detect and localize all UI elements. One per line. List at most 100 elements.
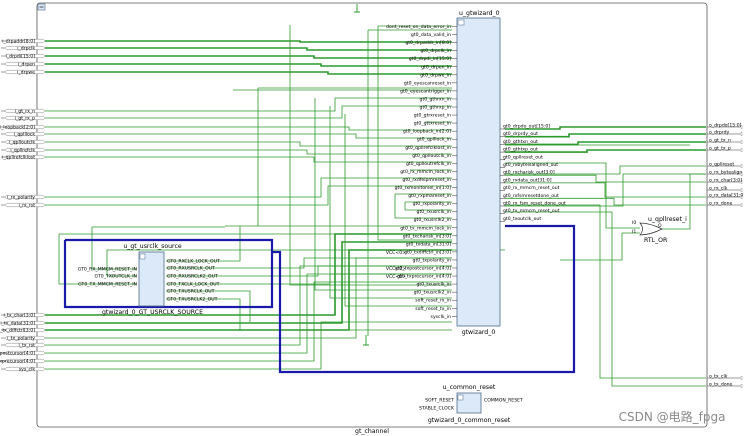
gtwizard-pin-gt0-txpolarity-in[interactable]: gt0_txpolarity_in xyxy=(413,257,452,263)
gtwizard-pin-gt0-txusrclk2-in[interactable]: gt0_txusrclk2_in xyxy=(414,290,452,296)
usrclk-pin-gt0-txusrclk2-out[interactable]: GT0_TXUSRCLK2_OUT xyxy=(167,297,218,303)
gtwizard-pin-gt0-tx-mmcm-reset-out[interactable]: gt0_tx_mmcm_reset_out xyxy=(503,208,560,214)
input-port-i-qplloutclk[interactable]: i_qplloutclk xyxy=(9,140,35,146)
gtwizard-expand-icon[interactable] xyxy=(457,19,465,26)
gtwizard-pin-gt0-eyescantrigger-in[interactable]: gt0_eyescantrigger_in xyxy=(400,88,451,94)
input-port-i-gt-rx-n[interactable]: i_gt_rx_n xyxy=(15,109,35,115)
usrclk-pin-gt0-rxclk-lock-out[interactable]: GT0_RXCLK_LOCK_OUT xyxy=(167,259,220,265)
input-port-i-txprecursor-4-0[interactable]: i_txprecursor[4:0] xyxy=(0,359,35,365)
gtwizard-pin-gt0-qplloutrefclk-in[interactable]: gt0_qplloutrefclk_in xyxy=(406,161,451,167)
gtwizard-pin-gt0-rx-mmcm-reset-out[interactable]: gt0_rx_mmcm_reset_out xyxy=(503,185,560,191)
usrclk-pin-gt0-rx-mmcm-reset-in[interactable]: GT0_RX_MMCM_RESET_IN xyxy=(78,267,137,273)
usrclk-pin-gt0-tx-mmcm-reset-in[interactable]: GT0_TX_MMCM_RESET_IN xyxy=(78,282,137,288)
gtwizard-pin-gt0-tx-mmcm-lock-in[interactable]: gt0_tx_mmcm_lock_in xyxy=(400,225,451,231)
gtwizard-pin-gt0-rxusrclk-in[interactable]: gt0_rxusrclk_in xyxy=(417,209,452,215)
input-port-sys-clk[interactable]: sys_clk xyxy=(19,367,36,373)
input-port-i-tx-diffctrl-3-0[interactable]: i_tx_diffctrl[3:0] xyxy=(0,328,35,334)
input-port-i-drpwe[interactable]: i_drpwe xyxy=(17,70,35,76)
gtwizard-pin-gt0-gtrxreset-in[interactable]: gt0_gtrxreset_in xyxy=(414,113,451,119)
output-port-o-gt-tx-p[interactable]: o_gt_tx_p xyxy=(709,146,731,152)
gtwizard-pin-gt0-loopback-in-2-0[interactable]: gt0_loopback_in[2:0] xyxy=(403,129,451,135)
input-port-i-drpen[interactable]: i_drpen xyxy=(18,62,35,68)
gtwizard-pin-gt0-data-valid-in[interactable]: gt0_data_valid_in xyxy=(411,32,451,38)
gtwizard-pin-gt0-drpdo-out-15-0[interactable]: gt0_drpdo_out[15:0] xyxy=(503,124,550,130)
gtwizard-pin-gt0-txdiffctrl-in-3-0[interactable]: gt0_txdiffctrl_in[3:0] xyxy=(404,249,451,255)
usrclk-pin-gt0-txusrclk-out[interactable]: GT0_TXUSRCLK_OUT xyxy=(167,289,215,295)
input-port-i-tx-data-31-0[interactable]: i_tx_data[31:0] xyxy=(0,321,35,327)
gtwizard-pin-gt0-drpen-in[interactable]: gt0_drpen_in xyxy=(421,64,451,70)
output-port-o-qpllreset[interactable]: o_qpllreset xyxy=(709,162,734,168)
gtwizard-pin-gt0-drpwe-in[interactable]: gt0_drpwe_in xyxy=(420,72,451,78)
common-reset-pin-common-reset[interactable]: COMMON_RESET xyxy=(484,398,523,404)
gtwizard-pin-gt0-rxdfelpmreset-in[interactable]: gt0_rxdfelpmreset_in xyxy=(402,177,451,183)
gtwizard-pin-gt0-eyescanreset-in[interactable]: gt0_eyescanreset_in xyxy=(404,80,451,86)
common-reset-pin-soft-reset[interactable]: SOFT_RESET xyxy=(425,398,454,404)
input-port-i-loopback-2-0[interactable]: i_loopback[2:0] xyxy=(0,125,35,131)
input-port-i-drpaddr-8-0[interactable]: i_drpaddr[8:0] xyxy=(2,39,35,45)
input-port-i-tx-rst[interactable]: i_tx_rst xyxy=(19,343,36,349)
gtwizard-pin-gt0-rxbyteisaligned-out[interactable]: gt0_rxbyteisaligned_out xyxy=(503,162,558,168)
output-port-o-rx-data-31-0[interactable]: o_rx_data[31:0] xyxy=(709,193,744,199)
gtwizard-pin-gt0-qpllrefclklost-in[interactable]: gt0_qpllrefclklost_in xyxy=(405,145,451,151)
gtwizard-pin-gt0-drpaddr-in-8-0[interactable]: gt0_drpaddr_in[8:0] xyxy=(405,40,451,46)
gtwizard-pin-gt0-rxusrclk2-in[interactable]: gt0_rxusrclk2_in xyxy=(414,217,451,223)
usrclk-pin-gt0-rxusrclk-out[interactable]: GT0_RXUSRCLK_OUT xyxy=(167,266,215,272)
gtwizard-pin-gt0-txusrclk-in[interactable]: gt0_txusrclk_in xyxy=(417,282,452,288)
input-port-i-drpclk[interactable]: i_drpclk xyxy=(17,46,35,52)
gtwizard-pin-gt0-rxfsmresetdone-out[interactable]: gt0_rxfsmresetdone_out xyxy=(503,193,559,199)
output-port-o-gt-tx-n[interactable]: o_gt_tx_n xyxy=(709,138,731,144)
usrclk-source-block[interactable] xyxy=(138,251,165,307)
schematic-canvas[interactable]: gt_channel u_gtwizard_0 gtwizard_0 dont_res… xyxy=(0,0,744,436)
output-port-o-rx-bytealign[interactable]: o_rx_bytealign xyxy=(709,170,742,176)
gtwizard-pin-gt0-txoutclk-out[interactable]: gt0_txoutclk_out xyxy=(503,216,541,222)
gtwizard-pin-gt0-drpclk-in[interactable]: gt0_drpclk_in xyxy=(420,48,451,54)
gtwizard-pin-gt0-rxdata-out-31-0[interactable]: gt0_rxdata_out[31:0] xyxy=(503,177,552,183)
input-port-i-tx-char-3-0[interactable]: i_tx_char[3:0] xyxy=(3,313,35,319)
common-reset-pin-stable-clock[interactable]: STABLE_CLOCK xyxy=(419,406,455,412)
gtwizard-pin-gt0-gthtxp-out[interactable]: gt0_gthtxp_out xyxy=(503,147,538,153)
gtwizard-pin-soft-reset-rx-in[interactable]: soft_reset_rx_in xyxy=(415,298,451,304)
output-port-o-tx-done[interactable]: o_tx_done xyxy=(709,382,733,388)
gtwizard-pin-gt0-drprdy-out[interactable]: gt0_drprdy_out xyxy=(503,131,538,137)
output-port-o-rx-clk[interactable]: o_rx_clk xyxy=(709,186,728,192)
gtwizard-pin-gt0-rxcharisk-out-3-0[interactable]: gt0_rxcharisk_out[3:0] xyxy=(503,170,555,176)
gtwizard-pin-gt0-gthrxn-in[interactable]: gt0_gthrxn_in xyxy=(420,96,452,102)
output-port-o-drprdy[interactable]: o_drprdy xyxy=(709,130,730,136)
gtwizard-block[interactable] xyxy=(456,17,501,327)
gtwizard-pin-gt0-rx-mmcm-lock-in[interactable]: gt0_rx_mmcm_lock_in xyxy=(400,169,451,175)
gtwizard-pin-gt0-rxmonitorsel-in-1-0[interactable]: gt0_rxmonitorsel_in[1:0] xyxy=(395,185,452,191)
gtwizard-pin-gt0-gthrxp-in[interactable]: gt0_gthrxp_in xyxy=(420,105,452,111)
gtwizard-pin-gt0-gttxreset-in[interactable]: gt0_gttxreset_in xyxy=(414,121,451,127)
output-port-o-drpdo-15-0[interactable]: o_drpdo[15:0] xyxy=(709,123,742,129)
gtwizard-pin-gt0-qplllock-in[interactable]: gt0_qplllock_in xyxy=(417,137,451,143)
output-port-o-rx-char-3-0[interactable]: o_rx_char[3:0] xyxy=(709,178,742,184)
input-port-i-tx-polarity[interactable]: i_tx_polarity xyxy=(7,336,35,342)
usrclk-pin-gt0-txoutclk-in[interactable]: GT0_TXOUTCLK_IN xyxy=(95,274,137,280)
output-port-o-rx-done[interactable]: o_rx_done xyxy=(709,201,733,207)
gtwizard-pin-gt0-drpdi-in-15-0[interactable]: gt0_drpdi_in[15:0] xyxy=(409,56,451,62)
gtwizard-pin-soft-reset-tx-in[interactable]: soft_reset_tx_in xyxy=(415,306,451,312)
gtwizard-pin-gt0-rxpolarity-in[interactable]: gt0_rxpolarity_in xyxy=(413,201,451,207)
input-port-i-qpllrefclk[interactable]: i_qpllrefclk xyxy=(10,148,35,154)
gtwizard-pin-gt0-rxpmareset-in[interactable]: gt0_rxpmareset_in xyxy=(408,193,451,199)
gtwizard-pin-gt0-txcharisk-in-3-0[interactable]: gt0_txcharisk_in[3:0] xyxy=(403,233,452,239)
input-port-i-drpdi-15-0[interactable]: i_drpdi[15:0] xyxy=(6,54,36,60)
gtwizard-pin-gt0-qplloutclk-in[interactable]: gt0_qplloutclk_in xyxy=(412,153,451,159)
output-port-o-tx-clk[interactable]: o_tx_clk xyxy=(709,374,728,380)
gtwizard-pin-sysclk-in[interactable]: sysclk_in xyxy=(431,314,452,320)
gtwizard-pin-gt0-txdata-in-31-0[interactable]: gt0_txdata_in[31:0] xyxy=(406,241,451,247)
input-port-i-qplllock[interactable]: i_qplllock xyxy=(14,132,36,138)
gtwizard-pin-gt0-qpllreset-out[interactable]: gt0_qpllreset_out xyxy=(503,154,543,160)
gtwizard-pin-gt0-gthtxn-out[interactable]: gt0_gthtxn_out xyxy=(503,139,538,145)
input-port-i-txpostcursor-4-0[interactable]: i_txpostcursor[4:0] xyxy=(0,351,35,357)
usrclk-pin-gt0-txclk-lock-out[interactable]: GT0_TXCLK_LOCK_OUT xyxy=(167,282,220,288)
input-port-i-rx-rst[interactable]: i_rx_rst xyxy=(19,203,36,209)
gtwizard-pin-dont-reset-on-data-error-in[interactable]: dont_reset_on_data_error_in xyxy=(386,24,451,30)
common-reset-expand-icon[interactable] xyxy=(457,394,464,401)
input-port-i-gt-rx-p[interactable]: i_gt_rx_p xyxy=(15,116,35,122)
input-port-i-rx-polarity[interactable]: i_rx_polarity xyxy=(7,195,35,201)
gtwizard-pin-gt0-rx-fsm-reset-done-out[interactable]: gt0_rx_fsm_reset_done_out xyxy=(503,201,566,207)
input-port-i-qpllrefclklost[interactable]: i_qpllrefclklost xyxy=(2,155,35,161)
usrclk-pin-gt0-rxusrclk2-out[interactable]: GT0_RXUSRCLK2_OUT xyxy=(167,274,218,280)
usrclk-expand-icon[interactable] xyxy=(139,253,146,260)
